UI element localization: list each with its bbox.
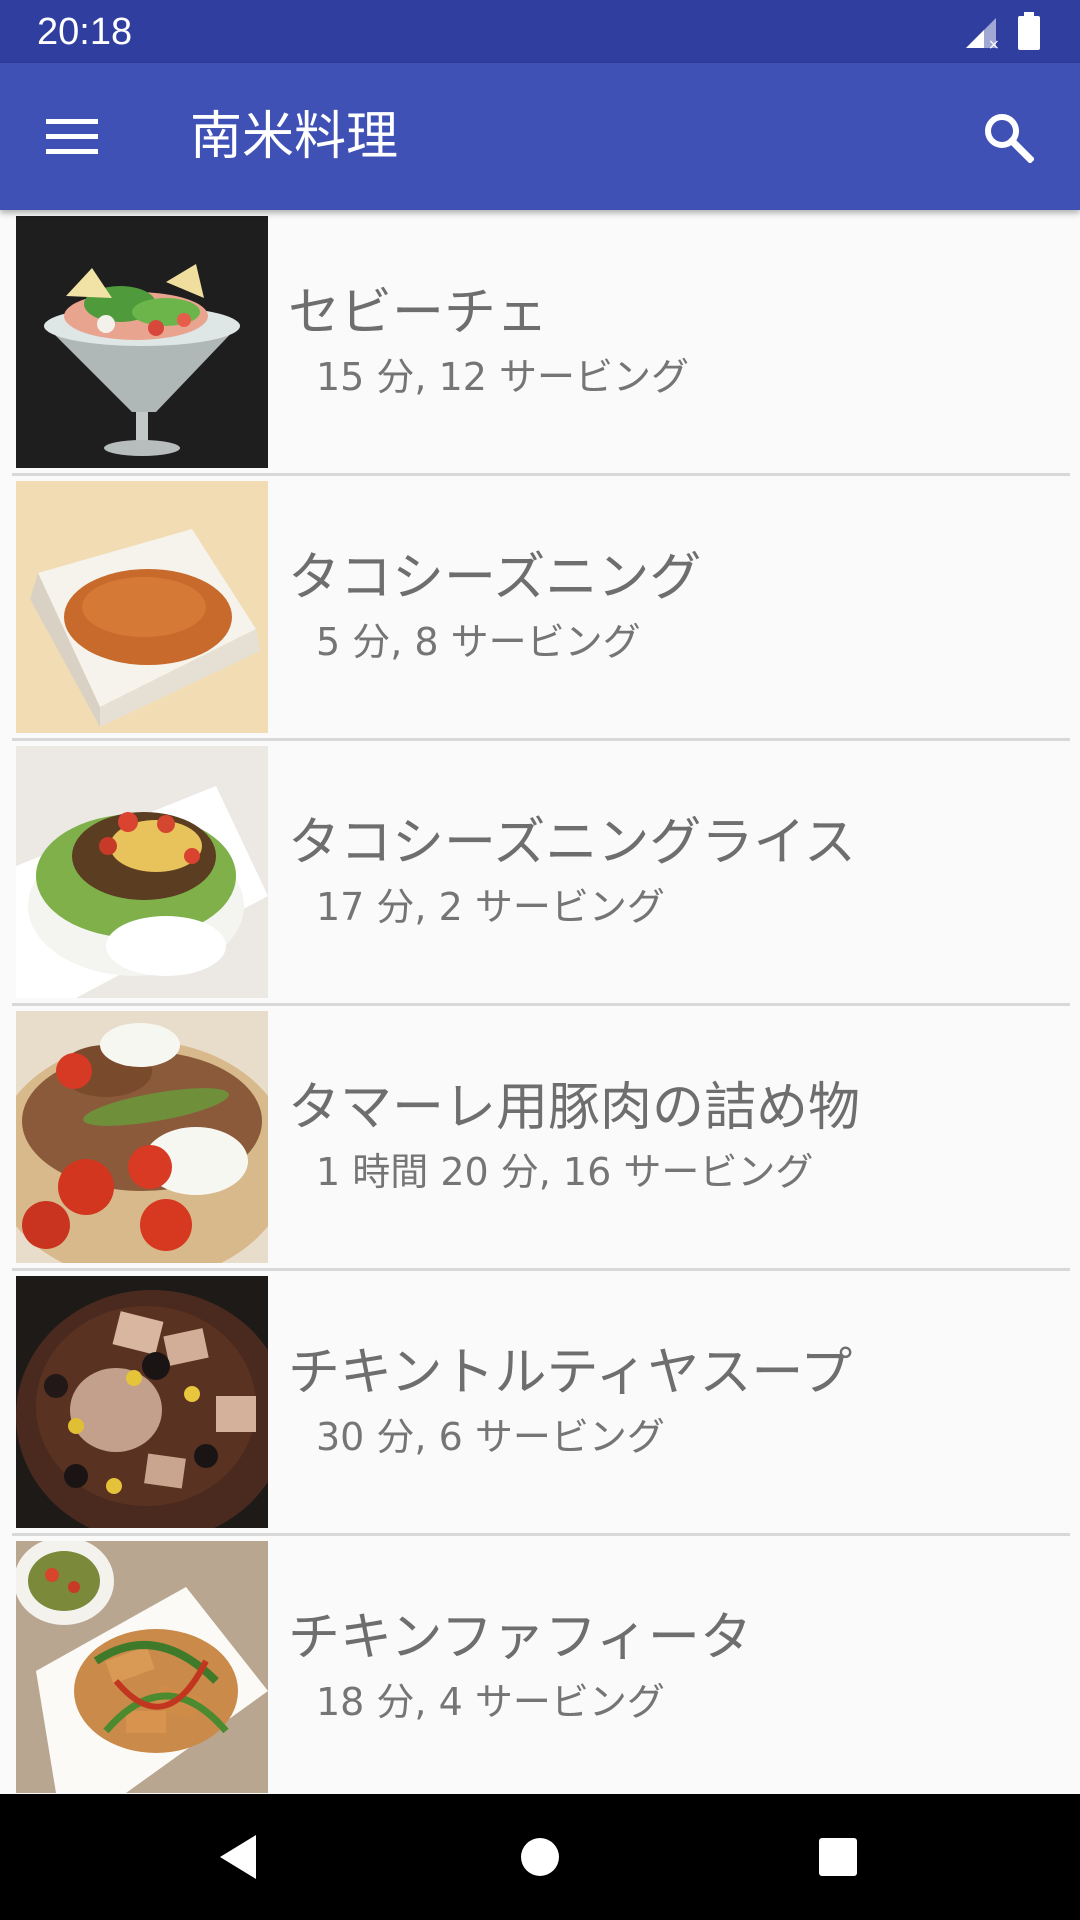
ceviche-photo bbox=[16, 216, 268, 468]
recipe-meta: 30 分, 6 サービング bbox=[316, 1415, 665, 1459]
page-title: 南米料理 bbox=[190, 107, 399, 167]
pork-filling-photo bbox=[16, 1011, 268, 1263]
svg-text:×: × bbox=[988, 37, 1000, 50]
recipe-list-item[interactable]: タマーレ用豚肉の詰め物 1 時間 20 分, 16 サービング bbox=[0, 1005, 1080, 1270]
recipe-thumbnail bbox=[16, 746, 268, 998]
back-button[interactable] bbox=[203, 1822, 273, 1892]
tortilla-soup-photo bbox=[16, 1276, 268, 1528]
hamburger-menu-icon bbox=[46, 119, 98, 154]
chicken-fajita-photo bbox=[16, 1541, 268, 1793]
recipe-meta: 1 時間 20 分, 16 サービング bbox=[316, 1150, 814, 1194]
recipe-name: タコシーズニングライス bbox=[288, 813, 856, 873]
recipe-list-item[interactable]: タコシーズニングライス 17 分, 2 サービング bbox=[0, 740, 1080, 1005]
recents-button[interactable] bbox=[803, 1822, 873, 1892]
recipe-name: チキンファフィータ bbox=[288, 1608, 752, 1668]
recipe-thumbnail bbox=[16, 1541, 268, 1793]
signal-icon: × bbox=[964, 16, 1000, 54]
recipe-name: セビーチェ bbox=[288, 283, 549, 343]
status-bar: 20:18 × bbox=[0, 0, 1080, 63]
recipe-list-item[interactable]: タコシーズニング 5 分, 8 サービング bbox=[0, 475, 1080, 740]
taco-rice-photo bbox=[16, 746, 268, 998]
recipe-list-item[interactable]: チキンファフィータ 18 分, 4 サービング bbox=[0, 1535, 1080, 1794]
recipe-thumbnail bbox=[16, 481, 268, 733]
back-triangle-icon bbox=[220, 1835, 256, 1879]
recipe-list-item[interactable]: チキントルティヤスープ 30 分, 6 サービング bbox=[0, 1270, 1080, 1535]
recipe-meta: 5 分, 8 サービング bbox=[316, 620, 641, 664]
battery-icon bbox=[1018, 12, 1040, 54]
home-button[interactable] bbox=[505, 1822, 575, 1892]
recipe-name: タマーレ用豚肉の詰め物 bbox=[288, 1078, 861, 1138]
search-button[interactable] bbox=[970, 99, 1046, 175]
taco-seasoning-photo bbox=[16, 481, 268, 733]
recipe-name: チキントルティヤスープ bbox=[288, 1343, 853, 1403]
recipe-thumbnail bbox=[16, 1011, 268, 1263]
recipe-list[interactable]: セビーチェ 15 分, 12 サービング タコシーズニング 5 分, 8 サービ… bbox=[0, 210, 1080, 1794]
menu-button[interactable] bbox=[36, 101, 108, 173]
recipe-meta: 15 分, 12 サービング bbox=[316, 355, 690, 399]
recipe-list-item[interactable]: セビーチェ 15 分, 12 サービング bbox=[0, 210, 1080, 475]
app-bar: 南米料理 bbox=[0, 63, 1080, 210]
recipe-thumbnail bbox=[16, 216, 268, 468]
recipe-meta: 18 分, 4 サービング bbox=[316, 1680, 665, 1724]
recipe-name: タコシーズニング bbox=[288, 548, 702, 608]
navigation-bar bbox=[0, 1794, 1080, 1920]
recipe-thumbnail bbox=[16, 1276, 268, 1528]
status-icons: × bbox=[964, 12, 1040, 54]
search-icon bbox=[985, 114, 1034, 163]
home-circle-icon bbox=[521, 1838, 559, 1876]
status-time: 20:18 bbox=[37, 11, 133, 53]
recipe-meta: 17 分, 2 サービング bbox=[316, 885, 665, 929]
recents-square-icon bbox=[819, 1838, 857, 1876]
